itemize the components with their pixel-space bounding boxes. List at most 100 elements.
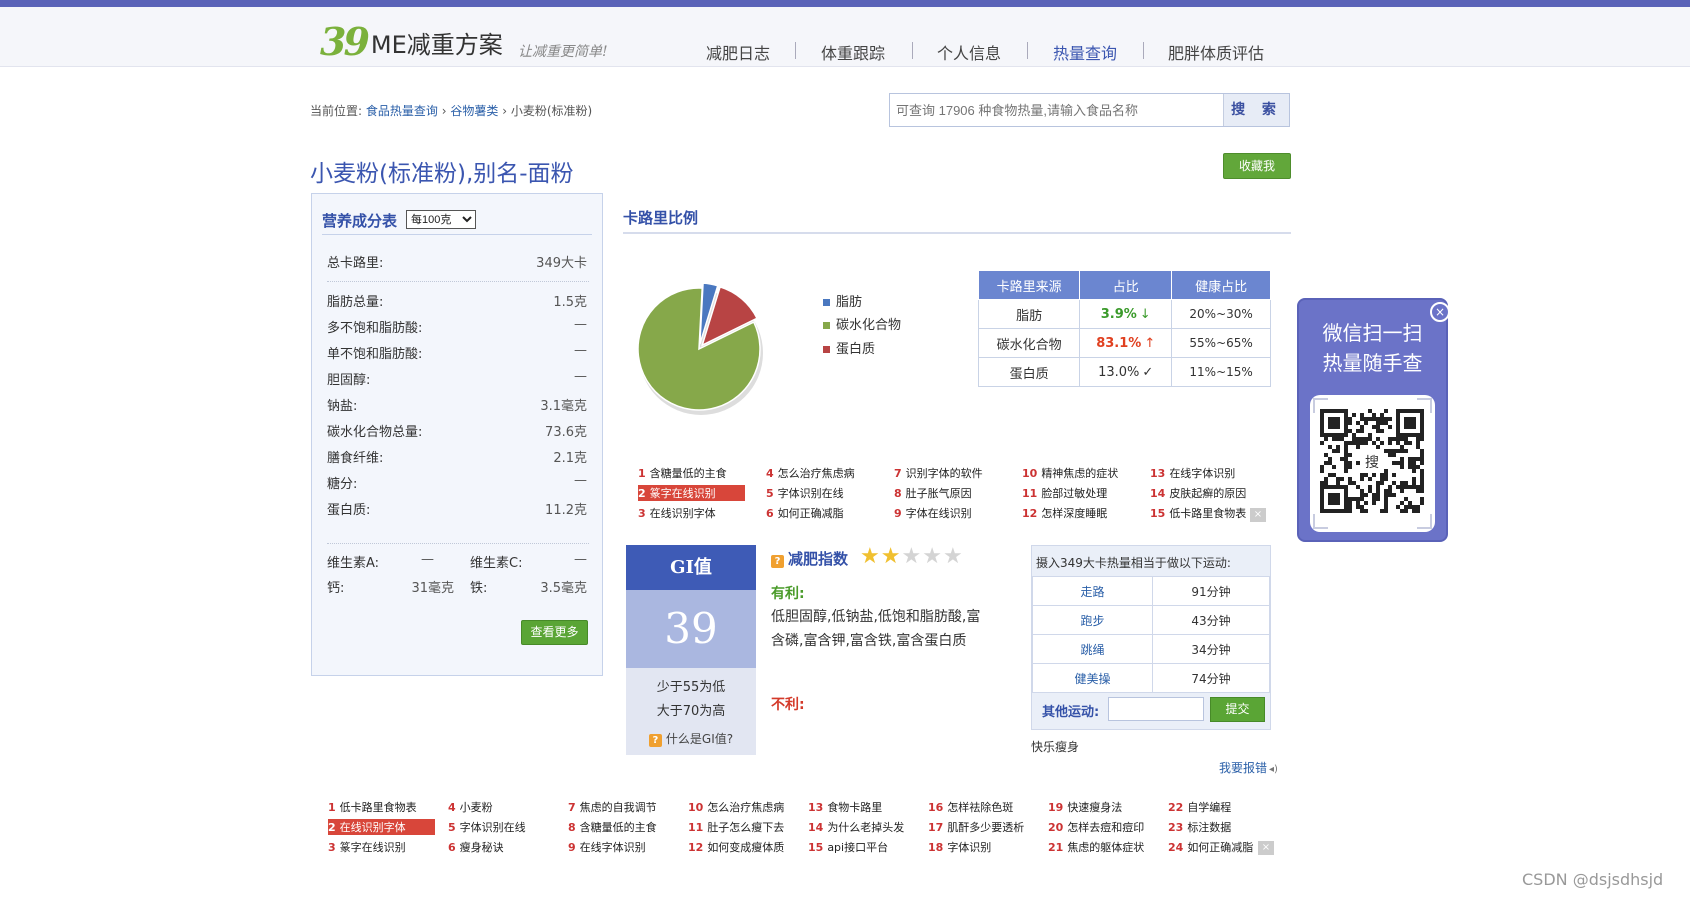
nav-diet-log[interactable]: 减肥日志 <box>706 40 770 64</box>
breadcrumb-food-calories[interactable]: 食品热量查询 <box>366 104 438 118</box>
ad-link[interactable]: 21 焦虑的躯体症状 <box>1048 839 1144 855</box>
ad-link[interactable]: 16 怎样祛除色斑 <box>928 799 1013 815</box>
ad-link[interactable]: 20 怎样去痘和痘印 <box>1048 819 1144 835</box>
exercise-activity[interactable]: 跳绳 <box>1032 634 1153 664</box>
ad-link[interactable]: 3 在线识别字体 <box>638 505 716 521</box>
healthy-range: 55%~65% <box>1171 328 1271 358</box>
legend-swatch-carbs <box>823 322 830 329</box>
legend-carbs: 碳水化合物 <box>823 314 901 333</box>
exercise-activity[interactable]: 健美操 <box>1032 663 1153 693</box>
gi-high-desc: 大于70为高 <box>656 704 726 719</box>
ad-link[interactable]: 15 api接口平台 <box>808 839 888 855</box>
favorite-button[interactable]: 收藏我 <box>1223 153 1291 179</box>
ad-number: 20 <box>1048 821 1064 834</box>
ad-link[interactable]: 10 怎么治疗焦虑病 <box>688 799 784 815</box>
ad-link[interactable]: 5 字体识别在线 <box>766 485 844 501</box>
ad-link[interactable]: 13 在线字体识别 <box>1150 465 1235 481</box>
ad-link[interactable]: 15 低卡路里食物表 <box>1150 505 1246 521</box>
diet-rating: ★★★★★ <box>860 544 964 569</box>
question-icon[interactable]: ? <box>771 555 784 568</box>
ad-number: 4 <box>766 467 774 480</box>
gi-card: GI值 39 少于55为低 大于70为高 ? 什么是GI值? <box>626 545 756 755</box>
ad-link[interactable]: 8 肚子胀气原因 <box>894 485 972 501</box>
ad-link[interactable]: 6 如何正确减脂 <box>766 505 844 521</box>
submit-button[interactable]: 提交 <box>1210 697 1265 722</box>
ad-link[interactable]: 9 字体在线识别 <box>894 505 972 521</box>
ad-number: 4 <box>448 801 456 814</box>
ad-text: 在线字体识别 <box>579 841 646 854</box>
calorie-ratio: 3.9% <box>1100 306 1137 322</box>
nav-personal-info[interactable]: 个人信息 <box>937 40 1001 64</box>
ad-close-icon[interactable]: × <box>1258 841 1274 855</box>
ad-link[interactable]: 6 瘦身秘诀 <box>448 839 504 855</box>
ad-link[interactable]: 9 在线字体识别 <box>568 839 646 855</box>
ad-number: 12 <box>688 841 704 854</box>
ad-link[interactable]: 24 如何正确减脂 <box>1168 839 1253 855</box>
nutrient-value: 3.1毫克 <box>540 399 587 414</box>
trend-icon: ✓ <box>1142 364 1154 380</box>
exercise-activity[interactable]: 跑步 <box>1032 605 1153 635</box>
nav-calorie-lookup[interactable]: 热量查询 <box>1053 40 1117 64</box>
ad-number: 5 <box>448 821 456 834</box>
calorie-source: 碳水化合物 <box>977 328 1081 358</box>
trend-icon: ↑ <box>1144 335 1156 351</box>
site-logo[interactable]: 39 ME减重方案 <box>320 23 503 61</box>
cons-label: 不利: <box>771 697 805 713</box>
diet-index-heading: 减肥指数 <box>788 550 849 568</box>
ad-text: 小麦粉 <box>459 801 493 814</box>
ad-text: 肚子怎么瘦下去 <box>707 821 785 834</box>
nutrient-label: 碳水化合物总量: <box>327 425 423 440</box>
search-input[interactable] <box>890 94 1223 126</box>
nav-weight-tracking[interactable]: 体重跟踪 <box>821 40 885 64</box>
ad-link[interactable]: 17 肌酐多少要透析 <box>928 819 1024 835</box>
ad-link[interactable]: 7 识别字体的软件 <box>894 465 983 481</box>
unit-select[interactable]: 每100克 <box>406 210 476 229</box>
gi-help-link[interactable]: ? 什么是GI值? <box>626 730 756 747</box>
exercise-activity[interactable]: 走路 <box>1032 576 1153 606</box>
other-exercise-input[interactable] <box>1108 697 1204 721</box>
ad-number: 11 <box>1022 487 1038 500</box>
ad-link[interactable]: 11 脸部过敏处理 <box>1022 485 1107 501</box>
ad-link[interactable]: 2 篆字在线识别 <box>638 485 745 501</box>
ad-link[interactable]: 11 肚子怎么瘦下去 <box>688 819 784 835</box>
ad-number: 7 <box>568 801 576 814</box>
ad-link[interactable]: 14 皮肤起癣的原因 <box>1150 485 1246 501</box>
breadcrumb-sep: › <box>441 104 447 118</box>
iron-value: 3.5毫克 <box>540 581 587 596</box>
ad-link[interactable]: 10 精神焦虑的症状 <box>1022 465 1118 481</box>
ad-text: 字体识别 <box>947 841 992 854</box>
ad-link[interactable]: 12 如何变成瘦体质 <box>688 839 784 855</box>
ad-link[interactable]: 18 字体识别 <box>928 839 991 855</box>
diet-index: ? 减肥指数 <box>771 548 848 569</box>
ad-number: 6 <box>448 841 456 854</box>
ad-link[interactable]: 7 焦虑的自我调节 <box>568 799 657 815</box>
ad-link[interactable]: 13 食物卡路里 <box>808 799 882 815</box>
ad-link[interactable]: 12 怎样深度睡眠 <box>1022 505 1107 521</box>
ad-link[interactable]: 4 怎么治疗焦虑病 <box>766 465 855 481</box>
ad-link[interactable]: 2 在线识别字体 <box>328 819 435 835</box>
ad-close-icon[interactable]: × <box>1250 508 1266 522</box>
report-error-link[interactable]: 我要报错 ◂) <box>1219 759 1278 776</box>
nav-obesity-assessment[interactable]: 肥胖体质评估 <box>1168 40 1264 64</box>
logo-name: ME减重方案 <box>370 31 503 59</box>
nutrient-label: 糖分: <box>327 477 358 492</box>
ad-link[interactable]: 1 低卡路里食物表 <box>328 799 417 815</box>
ad-text: api接口平台 <box>827 841 889 854</box>
breadcrumb-grains[interactable]: 谷物薯类 <box>450 104 498 118</box>
question-icon: ? <box>648 734 662 747</box>
wechat-qr-panel: × 微信扫一扫 热量随手查 搜 <box>1297 298 1450 542</box>
nutrient-label: 膳食纤维: <box>327 451 384 466</box>
ad-link[interactable]: 22 自学编程 <box>1168 799 1231 815</box>
search-button[interactable]: 搜 索 <box>1223 94 1289 126</box>
ad-link[interactable]: 23 标注数据 <box>1168 819 1231 835</box>
healthy-range: 20%~30% <box>1171 299 1271 329</box>
ad-link[interactable]: 14 为什么老掉头发 <box>808 819 904 835</box>
ad-link[interactable]: 3 篆字在线识别 <box>328 839 406 855</box>
ad-link[interactable]: 4 小麦粉 <box>448 799 493 815</box>
report-text: 我要报错 <box>1219 761 1268 775</box>
view-more-button[interactable]: 查看更多 <box>521 620 588 645</box>
ad-link[interactable]: 5 字体识别在线 <box>448 819 526 835</box>
ad-link[interactable]: 1 含糖量低的主食 <box>638 465 727 481</box>
ad-link[interactable]: 8 含糖量低的主食 <box>568 819 657 835</box>
ad-link[interactable]: 19 快速瘦身法 <box>1048 799 1122 815</box>
